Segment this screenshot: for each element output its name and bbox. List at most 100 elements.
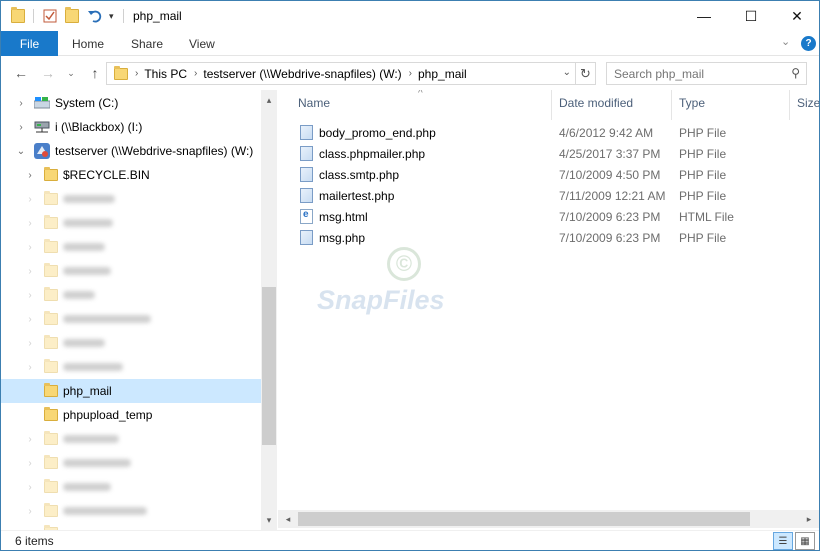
scrollbar-thumb[interactable] [262, 287, 276, 445]
file-row[interactable]: class.phpmailer.php 4/25/2017 3:37 PM PH… [298, 143, 819, 164]
file-type: PHP File [679, 231, 727, 245]
tree-item-obscured[interactable]: › [1, 355, 261, 379]
tree-item-obscured[interactable] [1, 523, 261, 530]
chevron-right-icon[interactable]: › [25, 314, 35, 325]
file-row[interactable]: class.smtp.php 7/10/2009 4:50 PM PHP Fil… [298, 164, 819, 185]
file-type: PHP File [679, 126, 727, 140]
chevron-right-icon[interactable]: › [25, 266, 35, 277]
tree-item-obscured[interactable]: › [1, 499, 261, 523]
address-dropdown-icon[interactable]: ⌄ [563, 67, 571, 78]
obscured-label [63, 363, 123, 371]
folder-icon [44, 383, 58, 397]
tree-item-label: phpupload_temp [63, 408, 153, 422]
column-header-date-modified[interactable]: Date modified [559, 90, 633, 116]
tab-file[interactable]: File [1, 31, 58, 56]
search-input[interactable] [607, 63, 782, 84]
tab-home[interactable]: Home [72, 37, 104, 51]
recent-locations-button[interactable]: ⌄ [61, 63, 81, 83]
tree-item-blackbox[interactable]: › i (\\Blackbox) (I:) [1, 115, 261, 139]
tree-item-obscured[interactable]: › [1, 259, 261, 283]
folder-icon [44, 287, 58, 301]
chevron-right-icon[interactable]: › [135, 68, 138, 79]
refresh-button[interactable]: ↻ [576, 62, 596, 85]
address-bar[interactable]: › This PC › testserver (\\Webdrive-snapf… [106, 62, 576, 85]
breadcrumb-testserver[interactable]: testserver (\\Webdrive-snapfiles) (W:) [203, 67, 401, 81]
chevron-right-icon[interactable]: › [25, 458, 35, 469]
tab-share[interactable]: Share [131, 37, 163, 51]
search-box[interactable]: ⚲ [606, 62, 807, 85]
chevron-right-icon[interactable]: › [25, 242, 35, 253]
back-button[interactable]: ← [11, 63, 31, 83]
tree-item-testserver[interactable]: ⌄ testserver (\\Webdrive-snapfiles) (W:) [1, 139, 261, 163]
forward-button[interactable]: → [38, 63, 58, 83]
chevron-right-icon[interactable]: › [25, 290, 35, 301]
file-list-horizontal-scrollbar[interactable]: ◂ ▸ [278, 510, 819, 528]
tree-item-label: php_mail [63, 384, 112, 398]
tree-item-recycle-bin[interactable]: › $RECYCLE.BIN [1, 163, 261, 187]
chevron-right-icon[interactable]: › [25, 506, 35, 517]
tree-item-php-mail[interactable]: php_mail [1, 379, 261, 403]
file-row[interactable]: body_promo_end.php 4/6/2012 9:42 AM PHP … [298, 122, 819, 143]
chevron-right-icon[interactable]: › [25, 338, 35, 349]
chevron-right-icon[interactable]: › [25, 482, 35, 493]
search-icon: ⚲ [791, 66, 800, 80]
chevron-right-icon[interactable]: › [25, 194, 35, 205]
tree-item-obscured[interactable]: › [1, 235, 261, 259]
tree-item-obscured[interactable]: › [1, 187, 261, 211]
scroll-left-arrow-icon[interactable]: ◂ [280, 511, 296, 527]
file-row[interactable]: mailertest.php 7/11/2009 12:21 AM PHP Fi… [298, 185, 819, 206]
help-icon[interactable]: ? [801, 36, 816, 51]
customize-toolbar-icon[interactable]: ▾ [109, 7, 114, 25]
webdrive-icon [34, 143, 50, 162]
obscured-label [63, 339, 105, 347]
file-date: 4/6/2012 9:42 AM [559, 126, 654, 140]
close-button[interactable]: ✕ [774, 1, 820, 31]
maximize-button[interactable]: ☐ [728, 1, 774, 31]
tree-item-obscured[interactable]: › [1, 331, 261, 355]
tree-item-obscured[interactable]: › [1, 283, 261, 307]
chevron-right-icon[interactable]: › [25, 434, 35, 445]
column-header-name[interactable]: Name [298, 90, 330, 116]
tree-item-obscured[interactable]: › [1, 211, 261, 235]
php-file-icon [300, 125, 313, 140]
expand-ribbon-icon[interactable]: ⌄ [781, 35, 790, 48]
column-header-size[interactable]: Size [797, 90, 819, 116]
scroll-up-arrow-icon[interactable]: ▴ [261, 92, 277, 108]
properties-icon[interactable] [43, 7, 57, 25]
chevron-right-icon[interactable]: › [16, 122, 26, 133]
sort-ascending-icon: ^ [418, 90, 423, 99]
minimize-button[interactable]: — [681, 1, 727, 31]
tree-item-obscured[interactable]: › [1, 475, 261, 499]
folder-icon [44, 407, 58, 421]
chevron-right-icon[interactable]: › [194, 68, 197, 79]
chevron-right-icon[interactable]: › [409, 68, 412, 79]
chevron-right-icon[interactable]: › [25, 170, 35, 181]
breadcrumb-php-mail[interactable]: php_mail [418, 67, 467, 81]
scroll-down-arrow-icon[interactable]: ▾ [261, 512, 277, 528]
details-view-button[interactable]: ☰ [773, 532, 793, 550]
column-header-type[interactable]: Type [679, 90, 705, 116]
scroll-right-arrow-icon[interactable]: ▸ [801, 511, 817, 527]
chevron-right-icon[interactable]: › [25, 218, 35, 229]
chevron-right-icon[interactable]: › [16, 98, 26, 109]
new-folder-icon[interactable] [65, 7, 79, 25]
file-row[interactable]: msg.html 7/10/2009 6:23 PM HTML File [298, 206, 819, 227]
tree-item-system-c[interactable]: › System (C:) [1, 91, 261, 115]
nav-pane-scrollbar[interactable]: ▴ ▾ [261, 90, 277, 530]
folder-icon [44, 167, 58, 181]
minimize-icon: — [697, 8, 711, 24]
breadcrumb-this-pc[interactable]: This PC [144, 67, 187, 81]
copyright-icon: © [387, 247, 421, 281]
up-button[interactable]: ↑ [85, 63, 105, 83]
large-icons-view-button[interactable]: ▦ [795, 532, 815, 550]
details-view-icon: ☰ [778, 535, 788, 547]
tree-item-obscured[interactable]: › [1, 307, 261, 331]
chevron-down-icon[interactable]: ⌄ [16, 146, 26, 157]
undo-icon[interactable] [87, 7, 103, 25]
tab-view[interactable]: View [189, 37, 215, 51]
tree-item-phpupload-temp[interactable]: phpupload_temp [1, 403, 261, 427]
tree-item-obscured[interactable]: › [1, 451, 261, 475]
scrollbar-thumb[interactable] [298, 512, 750, 526]
chevron-right-icon[interactable]: › [25, 362, 35, 373]
tree-item-obscured[interactable]: › [1, 427, 261, 451]
